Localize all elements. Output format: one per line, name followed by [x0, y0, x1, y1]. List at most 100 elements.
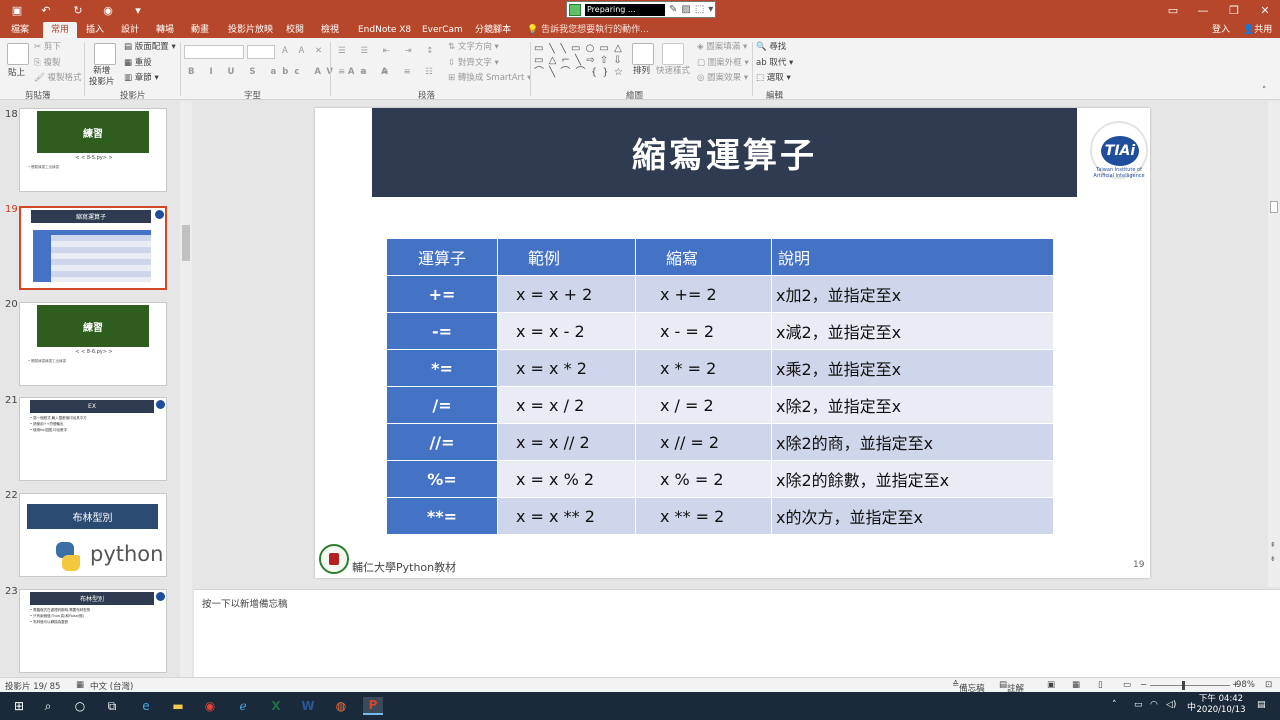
thumbnail-scroll-thumb[interactable]: [182, 225, 190, 261]
edge-icon[interactable]: e: [136, 697, 156, 715]
select-button[interactable]: ⬚ 選取 ▾: [756, 73, 791, 84]
internet-explorer-icon[interactable]: ℯ: [233, 697, 253, 715]
close-icon[interactable]: ✕: [1257, 2, 1273, 18]
network-icon[interactable]: ▭: [1134, 700, 1143, 710]
notification-icon[interactable]: ▤: [1257, 700, 1266, 710]
slide-thumbnail-21[interactable]: EX • 寫一個程式,輸入整數值印出其平方 • 請使用++符號輸出 • 使用fo…: [19, 397, 167, 481]
paste-button[interactable]: 貼上: [8, 68, 25, 79]
search-icon[interactable]: ⌕: [38, 697, 58, 715]
windows-start-icon[interactable]: ⊞: [9, 697, 29, 715]
shapes-gallery[interactable]: ▭ ╲ ╲ ▭ ○ ▭ △ ⇩▭ △ ⌐ ╲ ⇨ ⇧ ⇩ ⇨⌒ ╲ ⌒ ⌒ { …: [534, 43, 624, 83]
wifi-icon[interactable]: ◠: [1150, 700, 1158, 710]
tell-me-search[interactable]: 💡 告訴我您想要執行的動作...: [527, 22, 649, 38]
arrange-button[interactable]: 排列: [633, 66, 650, 77]
restore-icon[interactable]: ❐: [1226, 2, 1242, 18]
format-painter-button[interactable]: 🖌 複製格式: [34, 73, 82, 84]
slide-thumbnail-19[interactable]: 縮寫運算子: [19, 206, 167, 290]
tab-animations[interactable]: 動畫: [191, 22, 209, 38]
slide-thumbnail-20[interactable]: 練習 < < 8-6.py> > • 體驗練習練習工出練習: [19, 302, 167, 386]
reading-view-icon[interactable]: ▯: [1098, 680, 1103, 690]
word-icon[interactable]: W: [298, 697, 318, 715]
task-view-icon[interactable]: ⧉: [102, 697, 122, 715]
image-icon[interactable]: ▨: [681, 4, 690, 15]
zoom-slider-knob[interactable]: [1182, 681, 1185, 690]
language-status[interactable]: 中文 (台灣): [90, 680, 133, 692]
prev-slide-icon[interactable]: ⇞: [1270, 541, 1276, 549]
notes-pane[interactable]: 按一下以新增備忘稿: [194, 589, 1280, 677]
operator-table[interactable]: 運算子 範例 縮寫 說明 += x = x + 2 x += 2 x加2，並指定…: [386, 238, 1054, 535]
align-buttons[interactable]: ≡ ≡ ≡ ≡ ☷: [338, 67, 439, 78]
tab-view[interactable]: 檢視: [321, 22, 339, 38]
shape-effects-button[interactable]: ◎ 圖案效果 ▾: [697, 73, 748, 84]
tab-insert[interactable]: 插入: [86, 22, 104, 38]
font-name-input[interactable]: [184, 45, 244, 59]
layout-button[interactable]: ▤ 版面配置 ▾: [124, 42, 176, 53]
firefox-icon[interactable]: ◍: [331, 697, 351, 715]
slide-thumbnail-23[interactable]: 布林型別 • 電腦程式在處理判斷時,需要布林型別 • 只有兩個值:True(真)…: [19, 589, 167, 673]
replace-button[interactable]: ab 取代 ▾: [756, 58, 793, 69]
slide-thumbnail-22[interactable]: 布林型別 python: [19, 493, 167, 577]
editor-scrollbar[interactable]: ⇞ ⇟: [1268, 101, 1280, 587]
region-icon[interactable]: ⬚: [695, 4, 704, 15]
ribbon-display-icon[interactable]: ▭: [1165, 2, 1181, 18]
next-slide-icon[interactable]: ⇟: [1270, 555, 1276, 563]
save-icon[interactable]: ▣: [9, 2, 25, 18]
collapse-ribbon-icon[interactable]: ˄: [1262, 86, 1266, 97]
tab-home[interactable]: 常用: [43, 22, 78, 38]
powerpoint-icon[interactable]: P: [363, 697, 383, 715]
list-buttons[interactable]: ☰ ☰ ⇤ ⇥ ↕: [338, 46, 439, 57]
font-size-input[interactable]: [247, 45, 275, 59]
cortana-icon[interactable]: ○: [70, 697, 90, 715]
editor-scroll-thumb[interactable]: [1270, 201, 1278, 213]
dropdown-icon[interactable]: ▾: [708, 4, 713, 15]
comments-toggle[interactable]: ▤ 註解: [999, 680, 1024, 694]
quick-styles-icon[interactable]: [662, 43, 684, 65]
shape-fill-button[interactable]: ◈ 圖案填滿 ▾: [697, 42, 747, 53]
redo-icon[interactable]: ↻: [70, 2, 86, 18]
slide-sorter-icon[interactable]: ▦: [1072, 680, 1080, 690]
tab-slideshow[interactable]: 投影片放映: [228, 22, 273, 38]
file-explorer-icon[interactable]: ▬: [168, 697, 188, 715]
tab-file[interactable]: 檔案: [11, 22, 29, 38]
share-button[interactable]: 👤共用: [1243, 22, 1272, 38]
excel-icon[interactable]: X: [266, 697, 286, 715]
slide-title[interactable]: 縮寫運算子: [372, 108, 1077, 197]
chrome-icon[interactable]: ◉: [200, 697, 220, 715]
normal-view-icon[interactable]: ▣: [1047, 680, 1055, 690]
zoom-out-icon[interactable]: −: [1140, 680, 1147, 690]
tab-storyboard[interactable]: 分鏡腳本: [475, 22, 511, 38]
new-slide-icon[interactable]: [94, 43, 116, 65]
start-from-beginning-icon[interactable]: ◉: [100, 2, 116, 18]
slide-thumbnail-18[interactable]: 練習 < < 8-5.py> > • 體驗練習工出練習: [19, 108, 167, 192]
tab-design[interactable]: 設計: [121, 22, 139, 38]
minimize-icon[interactable]: —: [1195, 2, 1211, 18]
current-slide[interactable]: 縮寫運算子 TIAi Taiwan Institute of Artificia…: [315, 108, 1150, 578]
new-slide-button[interactable]: 新增 投影片: [89, 66, 115, 88]
taskbar-clock[interactable]: 下午 04:42 2020/10/13: [1196, 694, 1246, 716]
fit-slide-icon[interactable]: ⊡: [1265, 680, 1272, 690]
reset-button[interactable]: ▦ 重設: [124, 58, 152, 69]
tab-review[interactable]: 校閱: [286, 22, 304, 38]
zoom-level[interactable]: 98%: [1236, 680, 1255, 690]
ime-indicator[interactable]: 中: [1187, 700, 1196, 713]
shape-outline-button[interactable]: ▢ 圖案外框 ▾: [697, 58, 749, 69]
smartart-button[interactable]: ⊞ 轉換成 SmartArt ▾: [448, 73, 531, 84]
customize-toolbar-icon[interactable]: ▾: [130, 2, 146, 18]
section-button[interactable]: ▥ 章節 ▾: [124, 73, 159, 84]
volume-icon[interactable]: ◁): [1166, 700, 1176, 710]
tab-transitions[interactable]: 轉場: [156, 22, 174, 38]
thumbnail-scrollbar[interactable]: [180, 101, 192, 677]
signin-link[interactable]: 登入: [1212, 22, 1230, 38]
copy-button[interactable]: ⎘ 複製: [34, 58, 61, 69]
arrange-icon[interactable]: [632, 43, 654, 65]
undo-icon[interactable]: ↶: [38, 2, 54, 18]
tab-evercam[interactable]: EverCam: [422, 22, 463, 38]
notes-toggle[interactable]: ≙ 備忘稿: [952, 680, 985, 694]
quick-styles-button[interactable]: 快速樣式: [656, 66, 690, 77]
cut-button[interactable]: ✂ 剪下: [34, 42, 61, 53]
show-hidden-icons[interactable]: ˄: [1112, 700, 1117, 710]
find-button[interactable]: 🔍 尋找: [756, 42, 786, 53]
tab-endnote[interactable]: EndNote X8: [358, 22, 411, 38]
zoom-slider[interactable]: [1150, 685, 1230, 686]
text-direction-button[interactable]: ⇅ 文字方向 ▾: [448, 42, 499, 53]
